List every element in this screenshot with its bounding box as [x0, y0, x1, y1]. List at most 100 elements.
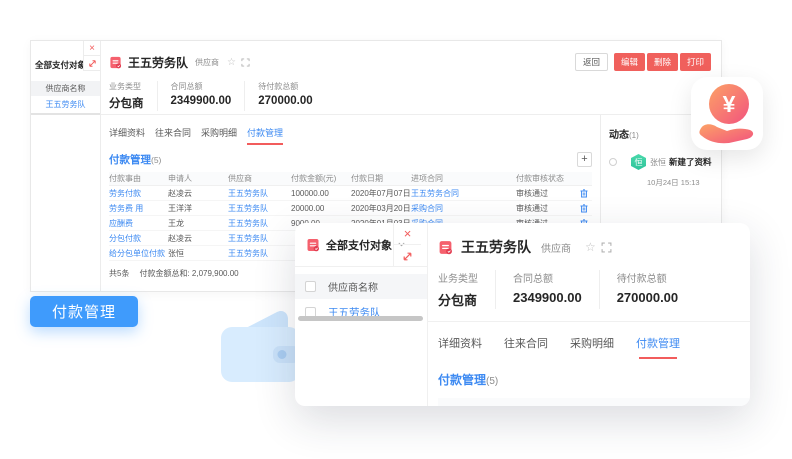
summary-stats: 业务类型 分包商 合同总额 2349900.00 待付款总额 270000.00 [438, 270, 750, 309]
supplier-name-column-header: 供应商名称 [31, 81, 100, 96]
stat-value: 2349900.00 [513, 290, 582, 305]
payment-reason-link[interactable]: 应酬费 [109, 218, 168, 229]
stat-value: 2349900.00 [171, 95, 232, 107]
edit-button[interactable]: 编辑 [614, 53, 645, 71]
status: 审核通过 [516, 203, 580, 214]
supplier-name-column-header: 供应商名称 [295, 274, 427, 299]
col-contract: 进项合同 [411, 173, 516, 184]
tab-contracts[interactable]: 往来合同 [155, 126, 191, 145]
tab-contracts[interactable]: 往来合同 [504, 335, 548, 356]
fullscreen-icon[interactable] [241, 58, 250, 67]
stat-value: 分包商 [438, 290, 478, 309]
fullscreen-icon[interactable] [601, 242, 612, 253]
section-title: 付款管理 [109, 152, 151, 167]
horizontal-scrollbar[interactable] [298, 316, 423, 321]
tab-detail-info[interactable]: 详细资料 [438, 335, 482, 356]
stat-label: 合同总额 [513, 270, 582, 285]
col-amount: 付款金额(元) [291, 173, 351, 184]
favorite-star-icon[interactable]: ☆ [227, 57, 236, 68]
divider [31, 113, 100, 115]
supplier-type-label: 供应商 [195, 57, 219, 68]
print-button[interactable]: 打印 [680, 53, 711, 71]
expand-icon[interactable] [83, 56, 100, 71]
col-supplier: 供应商 [602, 404, 687, 407]
col-applicant: 申请人 [168, 173, 228, 184]
supplier-link[interactable]: 王五劳务队 [228, 218, 291, 229]
contract-link[interactable]: 采购合同 [411, 203, 516, 214]
supplier-doc-icon [306, 238, 320, 252]
close-icon[interactable]: × [83, 41, 100, 56]
trash-icon[interactable] [580, 204, 592, 213]
supplier-doc-icon [109, 56, 122, 69]
supplier-link[interactable]: 王五劳务队 [228, 248, 291, 259]
payment-reason-link[interactable]: 劳务付款 [109, 188, 168, 199]
amount-total: 付款金额总和: 2,079,900.00 [139, 268, 238, 279]
col-applicant: 申请人 [523, 404, 602, 407]
applicant: 王洋洋 [168, 203, 228, 214]
table-row: 劳务费 用 王洋洋 王五劳务队 20000.00 2020年03月20日 采购合… [109, 201, 592, 216]
stat-pending-total: 待付款总额 270000.00 [258, 81, 325, 111]
tab-payment-management[interactable]: 付款管理 [636, 335, 680, 356]
panel-controls: × [83, 41, 100, 71]
detail-header: 王五劳务队 供应商 ☆ 返回 编辑 删除 打印 业务类型 分包商 合同总额 23… [101, 41, 721, 115]
payment-reason-link[interactable]: 劳务费 用 [109, 203, 168, 214]
payee-list-title[interactable]: 全部支付对象 [326, 237, 392, 253]
supplier-link[interactable]: 王五劳务队 [228, 188, 291, 199]
wallet-illustration-icon [218, 299, 303, 392]
section-title: 付款管理 [438, 373, 486, 387]
activity-timestamp: 10月24日 15:13 [647, 177, 713, 188]
tab-payment-management[interactable]: 付款管理 [247, 126, 283, 145]
supplier-link[interactable]: 王五劳务队 [228, 233, 291, 244]
select-all-checkbox[interactable] [305, 281, 316, 292]
tab-detail-info[interactable]: 详细资料 [109, 126, 145, 145]
stat-label: 合同总额 [171, 81, 232, 92]
supplier-link[interactable]: 王五劳务队 [228, 203, 291, 214]
stat-value: 分包商 [109, 95, 144, 111]
supplier-doc-icon [438, 240, 453, 255]
money-hand-illustration-icon: ¥ [691, 77, 763, 150]
date: 2020年07月07日 [351, 188, 411, 199]
payment-reason-link[interactable]: 给分包单位付款 [109, 248, 168, 259]
page-title: 王五劳务队 [128, 54, 188, 71]
activity-count: (1) [629, 131, 639, 140]
yen-symbol: ¥ [723, 91, 736, 117]
detail-tabs: 详细资料 往来合同 采购明细 付款管理 [438, 335, 750, 356]
payment-reason-link[interactable]: 分包付款 [109, 233, 168, 244]
stat-label: 待付款总额 [258, 81, 312, 92]
col-supplier: 供应商 [228, 173, 291, 184]
date: 2020年03月20日 [351, 203, 411, 214]
status: 审核通过 [516, 188, 580, 199]
payee-list-panel: × 全部支付对象 供应商名称 王五劳务队 [31, 41, 101, 291]
activity-item: 恒 张恒 新建了资料 [609, 154, 713, 170]
col-reason: 付款事由 [109, 173, 168, 184]
table-header-row: 付款事由 申请人 供应商 付款金额(元) 付款日期 进项合同 付款审核状态 [109, 172, 592, 186]
tab-purchase-detail[interactable]: 采购明细 [570, 335, 614, 356]
payee-list-title-label: 全部支付对象 [35, 59, 86, 71]
col-amount: 付款金额(元) [687, 404, 750, 407]
stat-business-type: 业务类型 分包商 [438, 270, 496, 309]
supplier-list-item[interactable]: 王五劳务队 [295, 299, 427, 325]
overlay-payee-list-panel: 全部支付对象 × 供应商名称 王五劳务队 [295, 223, 428, 406]
delete-button[interactable]: 删除 [647, 53, 678, 71]
stat-contract-total: 合同总额 2349900.00 [171, 81, 246, 111]
activity-title-label: 动态 [609, 130, 629, 141]
col-reason: 付款事由 [438, 404, 523, 407]
panel-controls: × [393, 223, 421, 267]
add-payment-button[interactable]: + [577, 152, 592, 167]
supplier-list-item[interactable]: 王五劳务队 [31, 97, 100, 112]
row-count: 共5条 [109, 268, 129, 279]
contract-link[interactable]: 王五劳务合同 [411, 188, 516, 199]
stat-contract-total: 合同总额 2349900.00 [513, 270, 600, 309]
close-icon[interactable]: × [394, 223, 421, 245]
amount: 20000.00 [291, 204, 351, 213]
back-button[interactable]: 返回 [575, 53, 608, 71]
timeline-dot-icon [609, 158, 617, 166]
trash-icon[interactable] [580, 189, 592, 198]
section-count: (5) [486, 376, 498, 387]
favorite-star-icon[interactable]: ☆ [585, 240, 596, 254]
stat-business-type: 业务类型 分包商 [109, 81, 158, 111]
tab-purchase-detail[interactable]: 采购明细 [201, 126, 237, 145]
stat-pending-total: 待付款总额 270000.00 [617, 270, 695, 309]
applicant: 赵凌云 [168, 188, 228, 199]
expand-icon[interactable] [394, 245, 421, 267]
